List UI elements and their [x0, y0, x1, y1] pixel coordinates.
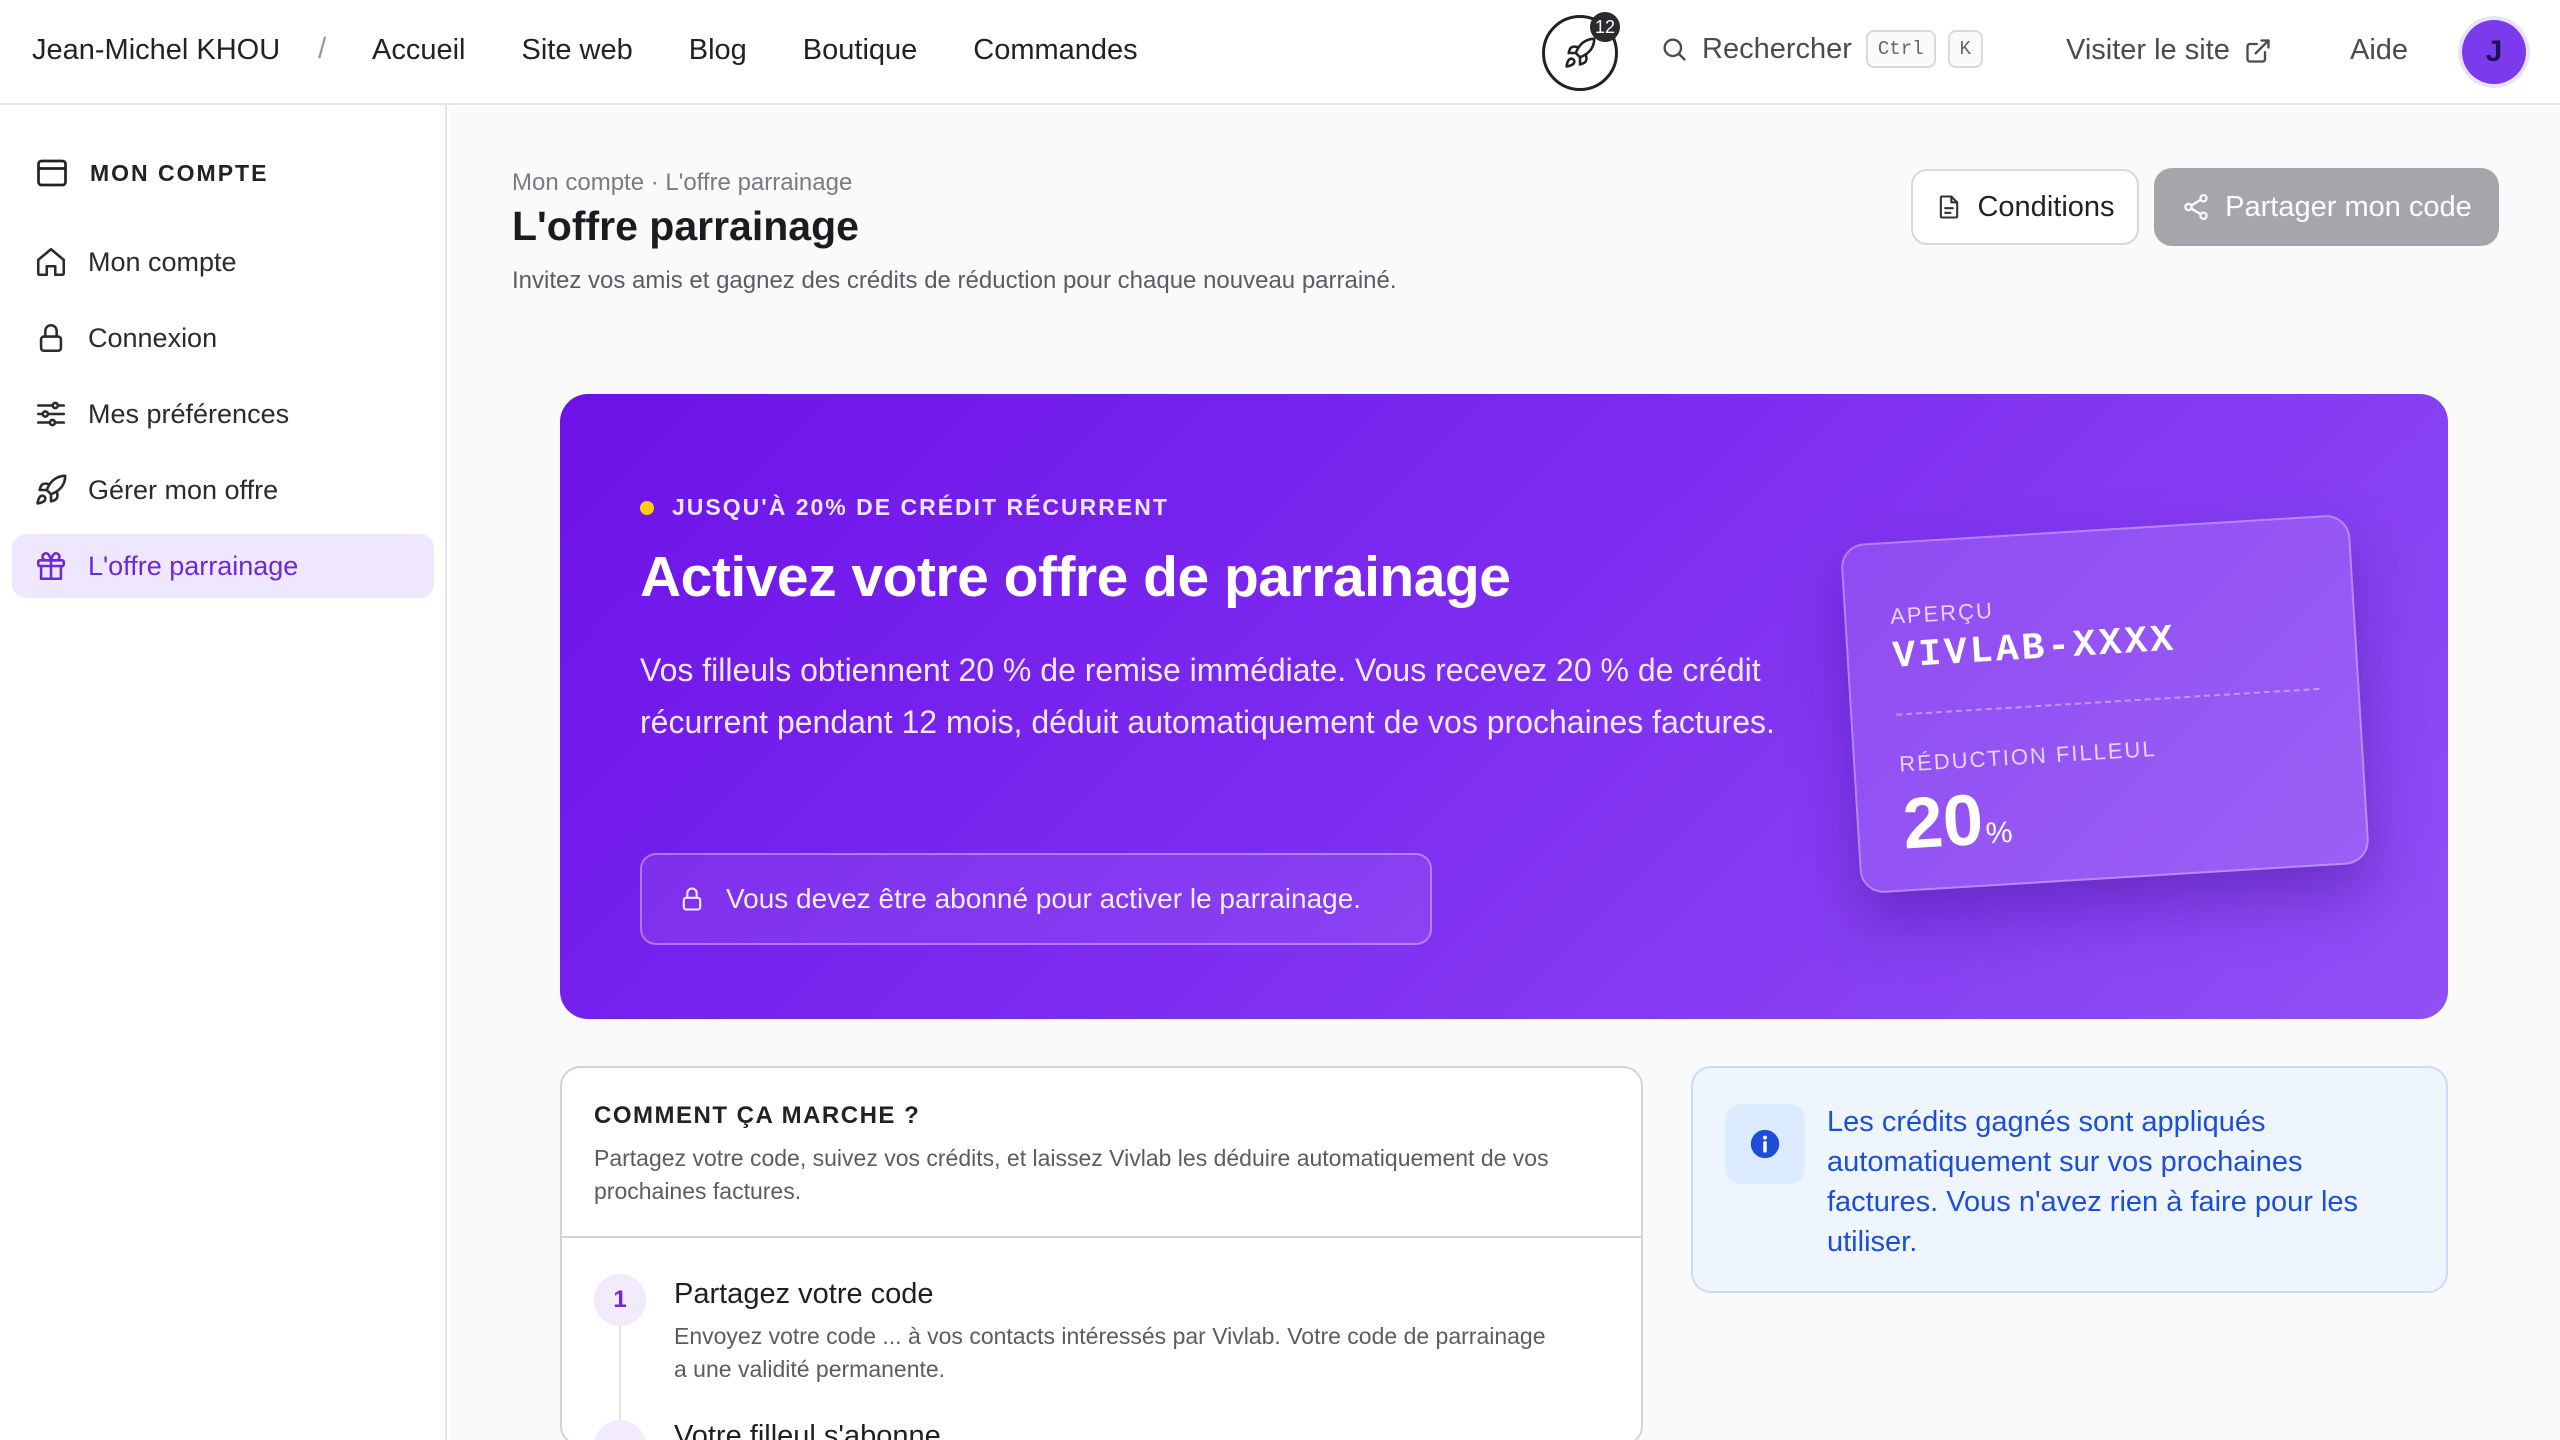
discount-unit: % — [1984, 815, 2014, 851]
credits-info-text: Les crédits gagnés sont appliqués automa… — [1827, 1106, 2359, 1258]
sidebar-item-gerer-offre[interactable]: Gérer mon offre — [12, 458, 434, 522]
main-nav: Accueil Site web Blog Boutique Commandes — [372, 34, 1194, 67]
shortcut-key-ctrl: Ctrl — [1865, 30, 1936, 68]
search-icon — [1663, 38, 1686, 61]
discount-label: RÉDUCTION FILLEUL — [1898, 735, 2158, 777]
sidebar-item-label: Gérer mon offre — [88, 474, 279, 505]
search-trigger[interactable]: Rechercher Ctrl K — [1660, 30, 1983, 68]
search-label: Rechercher — [1702, 32, 1852, 65]
share-code-button[interactable]: Partager mon code — [2154, 168, 2499, 246]
preview-label: APERÇU — [1889, 597, 1995, 629]
sidebar-item-label: Connexion — [88, 322, 218, 353]
step-description: Envoyez votre code ... à vos contacts in… — [674, 1323, 1546, 1382]
step-number — [594, 1420, 646, 1440]
step-title: Partagez votre code — [674, 1278, 934, 1310]
step-number: 1 — [594, 1274, 646, 1326]
info-icon-wrapper — [1725, 1104, 1805, 1184]
status-dot — [640, 500, 654, 515]
credits-info-callout: Les crédits gagnés sont appliqués automa… — [1691, 1066, 2448, 1293]
hero-eyebrow: JUSQU'À 20% DE CRÉDIT RÉCURRENT — [640, 494, 1169, 521]
conditions-button[interactable]: Conditions — [1911, 169, 2139, 245]
top-bar: Jean-Michel KHOU / Accueil Site web Blog… — [0, 0, 2560, 105]
nav-blog[interactable]: Blog — [689, 34, 747, 67]
sidebar-item-preferences[interactable]: Mes préférences — [12, 382, 434, 446]
referral-hero-card: JUSQU'À 20% DE CRÉDIT RÉCURRENT Activez … — [560, 394, 2448, 1019]
nav-site-web[interactable]: Site web — [522, 34, 633, 67]
referral-code: VIVLAB-XXXX — [1891, 618, 2178, 679]
workspace-owner-name[interactable]: Jean-Michel KHOU — [32, 34, 280, 67]
info-icon — [1750, 1129, 1780, 1159]
sidebar-item-mon-compte[interactable]: Mon compte — [12, 230, 434, 294]
card-divider — [1896, 687, 2320, 716]
page-title: L'offre parrainage — [512, 203, 859, 249]
sidebar-heading: MON COMPTE — [34, 155, 268, 191]
sidebar-item-offre-parrainage[interactable]: L'offre parrainage — [12, 534, 434, 598]
breadcrumb: Mon compte · L'offre parrainage — [512, 169, 853, 196]
share-code-label: Partager mon code — [2225, 190, 2472, 223]
rocket-icon — [1565, 37, 1596, 68]
how-it-works-title: COMMENT ÇA MARCHE ? — [594, 1102, 921, 1129]
avatar[interactable]: J — [2462, 20, 2526, 84]
subscription-required-text: Vous devez être abonné pour activer le p… — [726, 883, 1362, 914]
divider — [562, 1236, 1641, 1238]
sidebar: MON COMPTE Mon compte Connexion Mes préf… — [0, 105, 447, 1440]
how-it-works-description: Partagez votre code, suivez vos crédits,… — [594, 1145, 1549, 1204]
home-icon — [36, 247, 66, 277]
subscription-required-notice: Vous devez être abonné pour activer le p… — [640, 853, 1432, 945]
rocket-icon — [36, 474, 67, 505]
shortcut-key-k: K — [1947, 30, 1983, 68]
discount-number: 20 — [1900, 779, 1986, 865]
sliders-icon — [36, 401, 66, 427]
page-subtitle: Invitez vos amis et gagnez des crédits d… — [512, 267, 1397, 294]
document-icon — [1940, 195, 1959, 219]
visit-site-link[interactable]: Visiter le site — [2066, 34, 2272, 67]
sidebar-heading-label: MON COMPTE — [90, 159, 269, 186]
lock-icon — [39, 324, 63, 353]
lock-icon — [682, 887, 702, 911]
sidebar-item-label: L'offre parrainage — [88, 550, 299, 581]
hero-eyebrow-label: JUSQU'À 20% DE CRÉDIT RÉCURRENT — [672, 494, 1169, 520]
header-separator: / — [318, 32, 327, 65]
discount-value: 20% — [1900, 777, 2014, 865]
sidebar-item-label: Mes préférences — [88, 398, 290, 429]
hero-title: Activez votre offre de parrainage — [640, 545, 1511, 609]
gift-icon — [36, 551, 66, 581]
visit-site-label: Visiter le site — [2066, 34, 2230, 66]
referral-code-preview-card: APERÇU VIVLAB-XXXX RÉDUCTION FILLEUL 20% — [1839, 513, 2371, 895]
main-content: Mon compte · L'offre parrainage L'offre … — [449, 107, 2560, 1440]
window-icon — [37, 159, 67, 187]
nav-boutique[interactable]: Boutique — [803, 34, 918, 67]
step-title: Votre filleul s'abonne — [674, 1420, 941, 1440]
hero-description: Vos filleuls obtiennent 20 % de remise i… — [640, 652, 1775, 740]
share-icon — [2184, 194, 2208, 220]
conditions-label: Conditions — [1977, 190, 2115, 223]
nav-accueil[interactable]: Accueil — [372, 34, 466, 67]
sidebar-item-label: Mon compte — [88, 246, 237, 277]
how-it-works-card: COMMENT ÇA MARCHE ? Partagez votre code,… — [560, 1066, 1643, 1440]
notification-count-badge: 12 — [1590, 12, 1620, 42]
external-link-icon — [2246, 38, 2270, 63]
sidebar-item-connexion[interactable]: Connexion — [12, 306, 434, 370]
nav-commandes[interactable]: Commandes — [973, 34, 1137, 67]
help-link[interactable]: Aide — [2350, 34, 2408, 67]
